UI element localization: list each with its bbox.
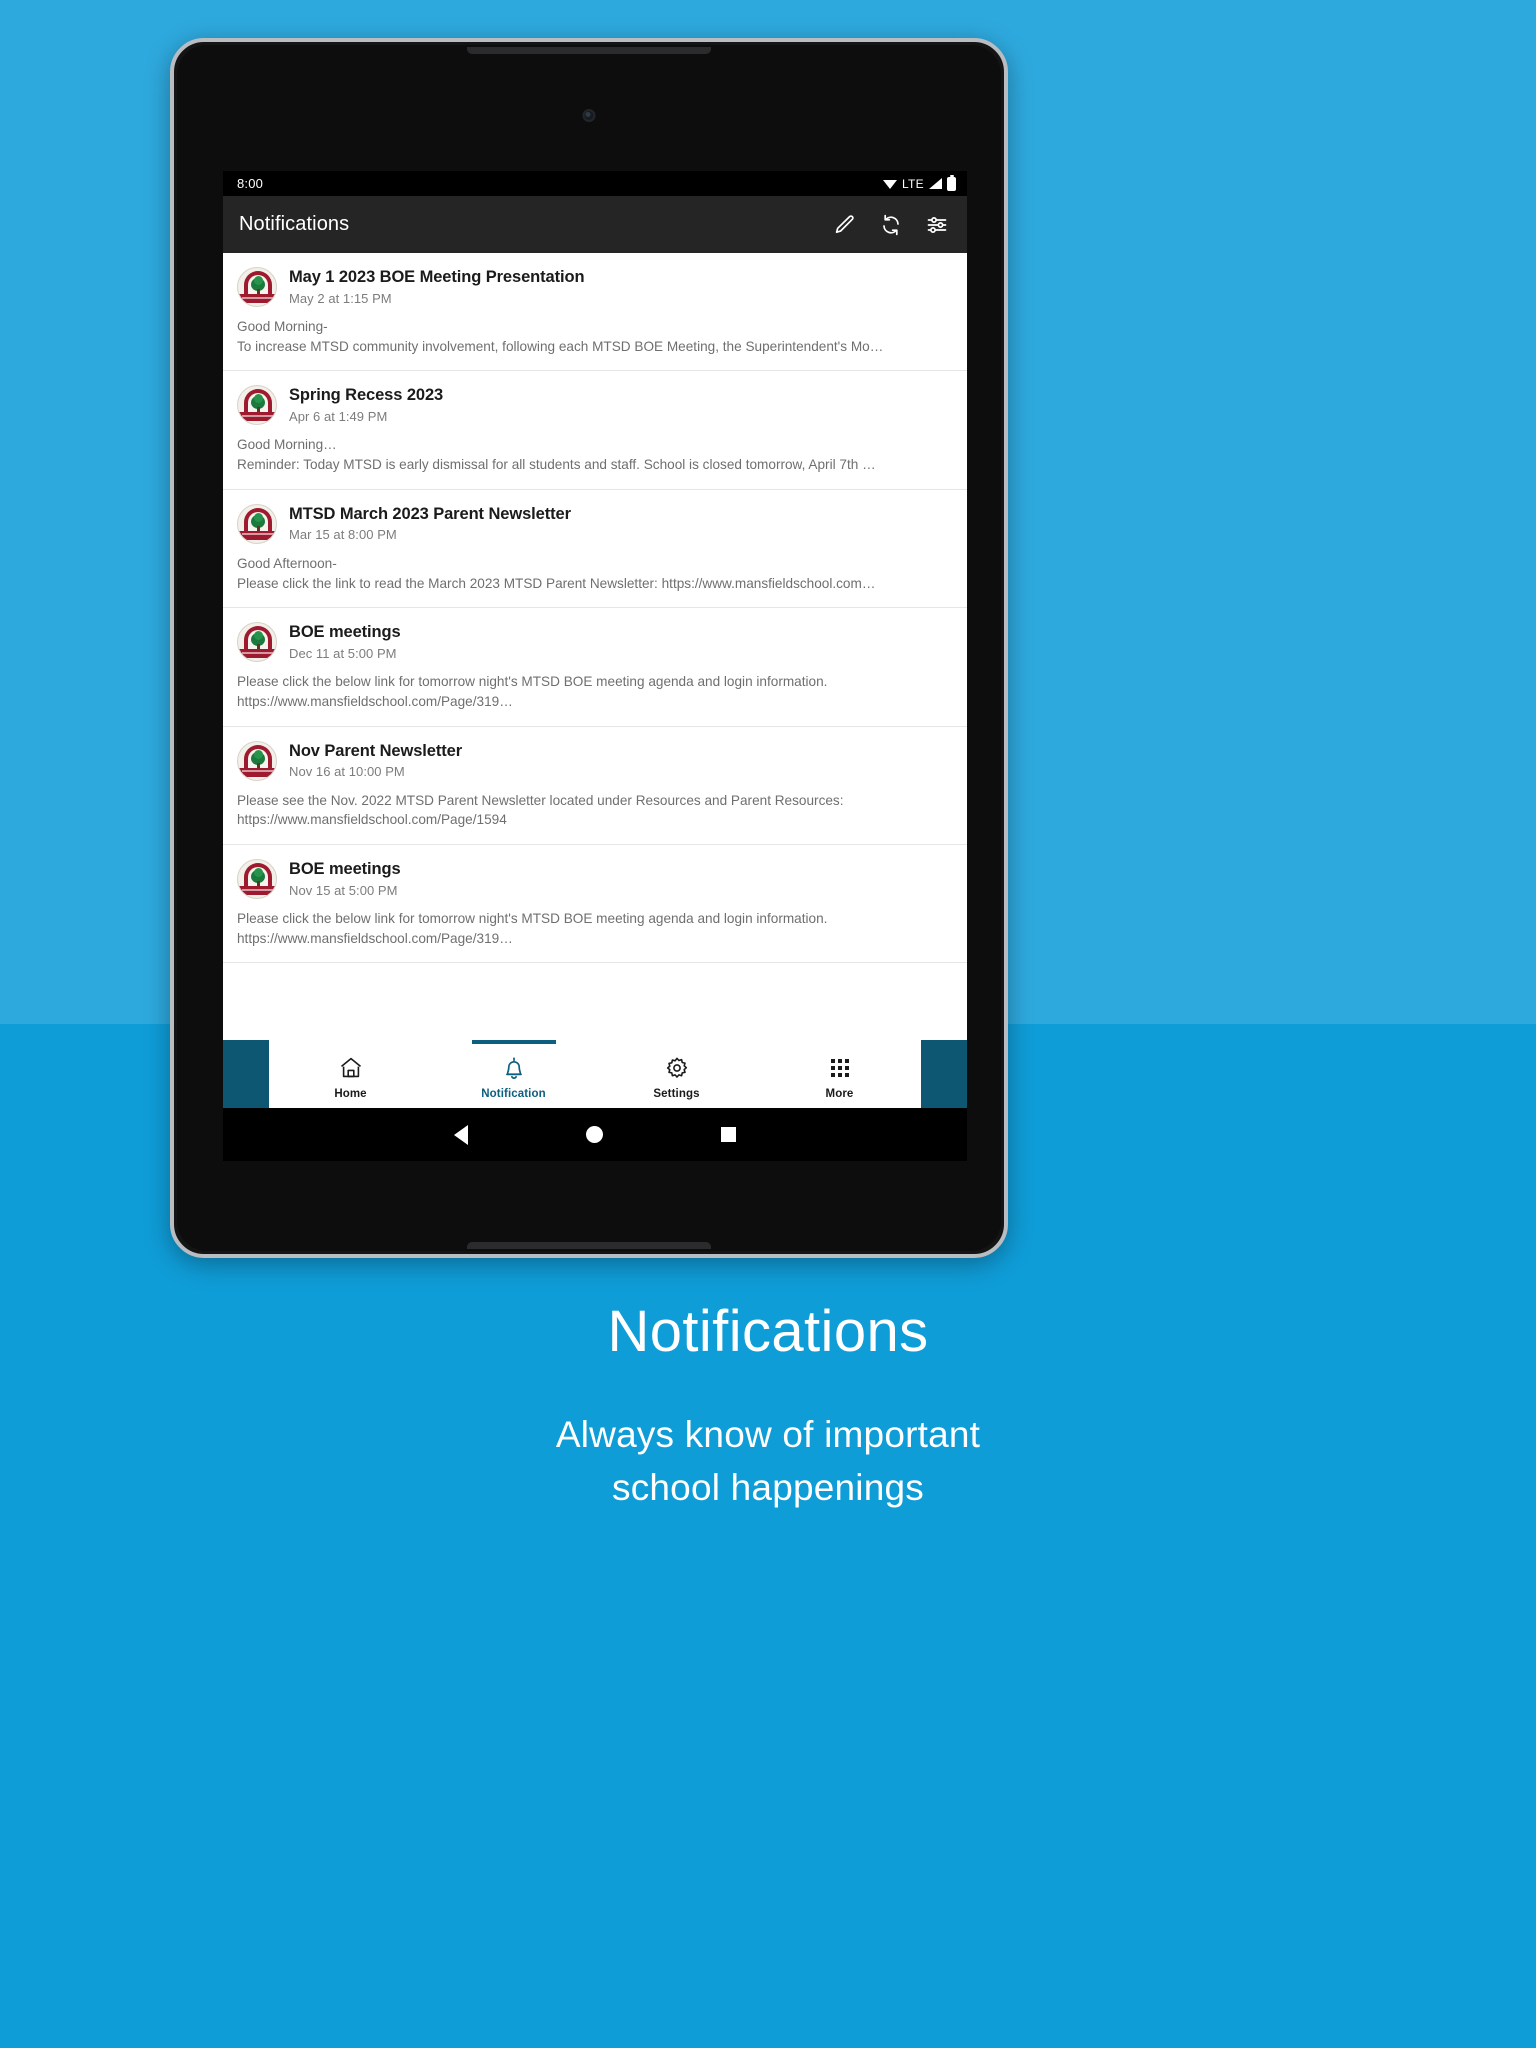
notification-texts: BOE meetings Dec 11 at 5:00 PM: [289, 622, 953, 661]
tab-label: More: [825, 1087, 854, 1100]
grid-dots-icon: [830, 1054, 849, 1082]
gear-icon: [664, 1054, 690, 1082]
notification-title: BOE meetings: [289, 623, 401, 642]
bottom-tab-bar-container: Home Notification Settings More: [223, 1040, 967, 1108]
notification-title: Nov Parent Newsletter: [289, 741, 463, 760]
notification-item[interactable]: May 1 2023 BOE Meeting Presentation May …: [223, 253, 967, 372]
bottom-slot: [467, 1242, 711, 1249]
notification-item[interactable]: BOE meetings Nov 15 at 5:00 PM Please cl…: [223, 845, 967, 964]
notification-body-line-2: Please click the link to read the March …: [237, 575, 876, 591]
notification-header: Spring Recess 2023 Apr 6 at 1:49 PM: [237, 385, 953, 426]
tablet-device-frame: 8:00 LTE Notifications May 1 2023 BOE Me…: [170, 38, 1008, 1258]
notification-date: Dec 11 at 5:00 PM: [289, 645, 397, 661]
status-bar: 8:00 LTE: [223, 171, 967, 196]
notification-texts: BOE meetings Nov 15 at 5:00 PM: [289, 859, 953, 898]
notification-texts: MTSD March 2023 Parent Newsletter Mar 15…: [289, 504, 953, 543]
notification-body-line-1: Good Afternoon-: [237, 555, 337, 571]
tab-notification[interactable]: Notification: [432, 1040, 595, 1108]
notification-date: May 2 at 1:15 PM: [289, 290, 392, 306]
notification-header: BOE meetings Nov 15 at 5:00 PM: [237, 859, 953, 900]
home-circle-icon[interactable]: [586, 1126, 603, 1143]
promo-caption: Notifications Always know of important s…: [0, 1300, 1536, 1515]
notification-body-line-2: To increase MTSD community involvement, …: [237, 338, 884, 354]
notification-item[interactable]: Nov Parent Newsletter Nov 16 at 10:00 PM…: [223, 726, 967, 846]
tab-settings[interactable]: Settings: [595, 1040, 758, 1108]
notification-body-line-2: https://www.mansfieldschool.com/Page/319…: [237, 693, 513, 709]
notification-body-line-1: Please see the Nov. 2022 MTSD Parent New…: [237, 792, 844, 808]
notification-date: Nov 16 at 10:00 PM: [289, 764, 405, 780]
caption-subline: Always know of important school happenin…: [0, 1408, 1536, 1515]
wifi-icon: [882, 179, 897, 189]
speaker-slot: [467, 47, 711, 54]
notification-header: BOE meetings Dec 11 at 5:00 PM: [237, 622, 953, 663]
notification-title: MTSD March 2023 Parent Newsletter: [289, 504, 571, 523]
notification-texts: Spring Recess 2023 Apr 6 at 1:49 PM: [289, 385, 953, 424]
recents-square-icon[interactable]: [721, 1127, 736, 1142]
notification-body: Please see the Nov. 2022 MTSD Parent New…: [237, 791, 953, 830]
notification-list[interactable]: May 1 2023 BOE Meeting Presentation May …: [223, 253, 967, 1040]
network-label: LTE: [901, 176, 924, 191]
tab-more[interactable]: More: [758, 1040, 921, 1108]
notification-body-line-2: https://www.mansfieldschool.com/Page/159…: [237, 812, 507, 828]
notification-item[interactable]: Spring Recess 2023 Apr 6 at 1:49 PM Good…: [223, 371, 967, 490]
notification-body-line-2: Reminder: Today MTSD is early dismissal …: [237, 457, 876, 473]
notification-date: Apr 6 at 1:49 PM: [289, 409, 388, 425]
notification-body-line-1: Good Morning…: [237, 437, 337, 453]
tab-indicator: [471, 1040, 556, 1044]
notification-body: Please click the below link for tomorrow…: [237, 909, 953, 948]
edit-icon[interactable]: [833, 213, 857, 237]
school-seal-icon: [237, 385, 277, 426]
caption-headline: Notifications: [607, 1299, 929, 1364]
notification-body: Good Afternoon- Please click the link to…: [237, 554, 953, 593]
filter-icon[interactable]: [925, 213, 949, 237]
school-seal-icon: [237, 859, 277, 900]
notification-item[interactable]: BOE meetings Dec 11 at 5:00 PM Please cl…: [223, 608, 967, 727]
notification-body: Good Morning- To increase MTSD community…: [237, 317, 953, 356]
notification-title: May 1 2023 BOE Meeting Presentation: [289, 268, 585, 286]
notification-body-line-1: Please click the below link for tomorrow…: [237, 911, 828, 927]
home-icon: [338, 1054, 364, 1082]
android-navigation-bar: [223, 1108, 967, 1161]
notification-date: Nov 15 at 5:00 PM: [289, 882, 398, 898]
bottom-tab-bar: Home Notification Settings More: [269, 1040, 921, 1108]
tab-label: Home: [334, 1087, 367, 1100]
signal-icon: [929, 178, 942, 189]
notification-body: Good Morning… Reminder: Today MTSD is ea…: [237, 435, 953, 474]
front-camera-icon: [582, 109, 596, 122]
caption-subline-2: school happenings: [612, 1467, 924, 1509]
school-seal-icon: [237, 267, 277, 307]
status-icons: LTE: [882, 176, 956, 191]
notification-date: Mar 15 at 8:00 PM: [289, 527, 397, 543]
school-seal-icon: [237, 503, 277, 544]
notification-header: MTSD March 2023 Parent Newsletter Mar 15…: [237, 503, 953, 544]
appbar-actions: [833, 213, 955, 237]
notification-body-line-1: Please click the below link for tomorrow…: [237, 674, 828, 690]
battery-icon: [947, 176, 956, 191]
notification-body-line-2: https://www.mansfieldschool.com/Page/319…: [237, 930, 513, 946]
notification-body-line-1: Good Morning-: [237, 319, 328, 334]
notification-item[interactable]: MTSD March 2023 Parent Newsletter Mar 15…: [223, 489, 967, 609]
tab-home[interactable]: Home: [269, 1040, 432, 1108]
bell-icon: [501, 1054, 527, 1082]
notification-title: Spring Recess 2023: [289, 386, 444, 405]
back-icon[interactable]: [454, 1124, 468, 1145]
notification-header: May 1 2023 BOE Meeting Presentation May …: [237, 267, 953, 307]
tab-label: Notification: [481, 1087, 546, 1100]
school-seal-icon: [237, 622, 277, 663]
notification-title: BOE meetings: [289, 860, 401, 879]
device-screen: 8:00 LTE Notifications May 1 2023 BOE Me…: [223, 171, 967, 1161]
tab-label: Settings: [653, 1087, 700, 1100]
caption-subline-1: Always know of important: [555, 1413, 981, 1455]
tablet-bezel: 8:00 LTE Notifications May 1 2023 BOE Me…: [177, 45, 1001, 1251]
sync-icon[interactable]: [879, 213, 903, 237]
notification-texts: May 1 2023 BOE Meeting Presentation May …: [289, 267, 953, 306]
status-clock: 8:00: [237, 176, 264, 191]
school-seal-icon: [237, 740, 277, 781]
notification-header: Nov Parent Newsletter Nov 16 at 10:00 PM: [237, 740, 953, 781]
notification-body: Please click the below link for tomorrow…: [237, 672, 953, 711]
notification-texts: Nov Parent Newsletter Nov 16 at 10:00 PM: [289, 741, 953, 780]
page-title: Notifications: [239, 213, 350, 235]
app-bar: Notifications: [223, 196, 967, 253]
